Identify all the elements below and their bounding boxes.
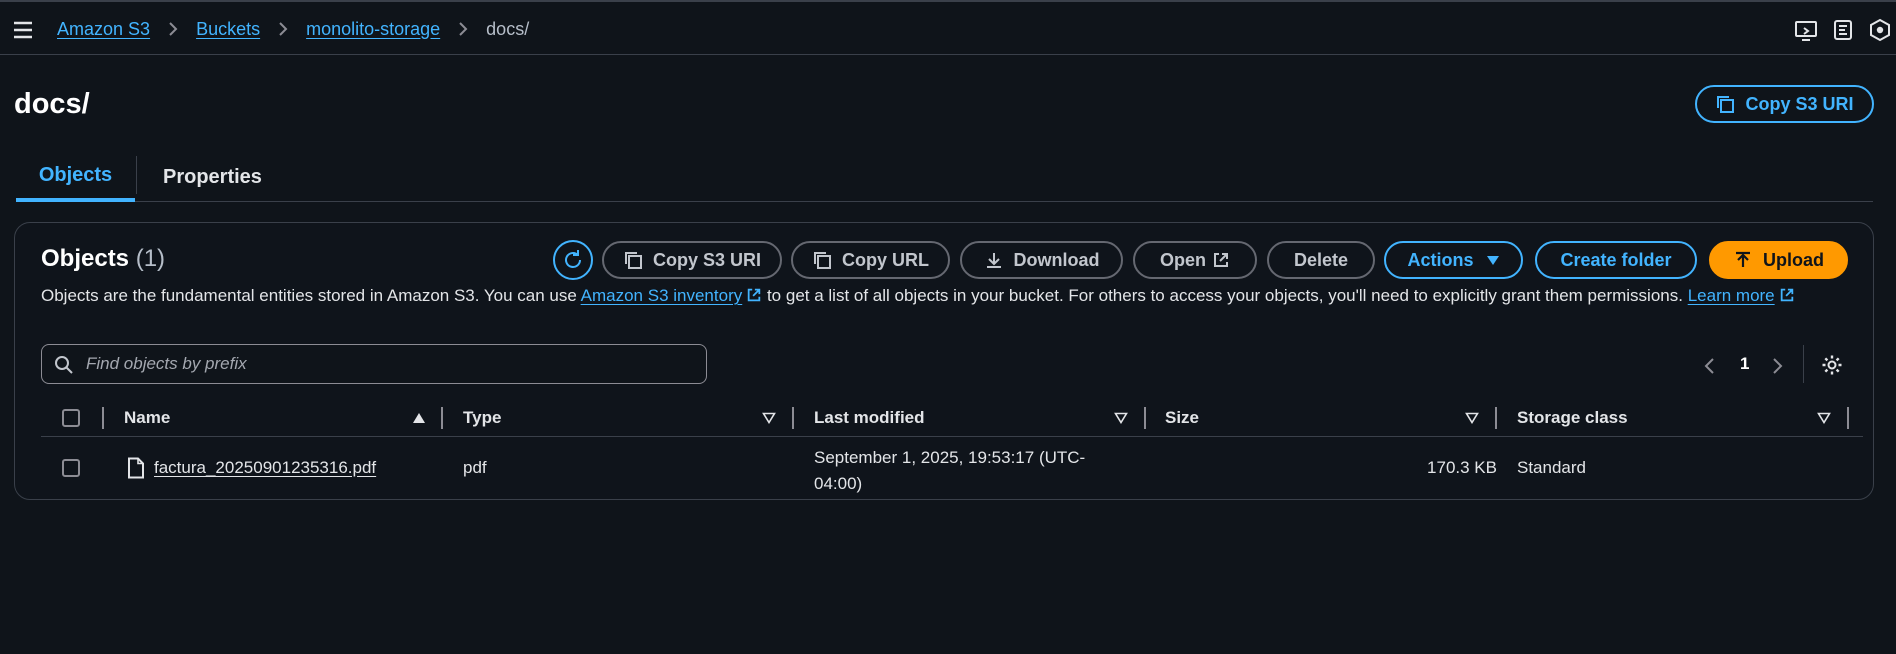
actions-dropdown-button[interactable]: Actions: [1384, 241, 1523, 279]
column-divider: [102, 407, 104, 429]
breadcrumb-link-amazon-s3[interactable]: Amazon S3: [57, 19, 150, 40]
panel-title-text: Objects: [41, 245, 130, 272]
column-header-storage-class[interactable]: Storage class: [1517, 399, 1628, 437]
column-header-name[interactable]: Name: [124, 399, 170, 437]
column-header-size[interactable]: Size: [1165, 399, 1199, 437]
sort-caret-icon[interactable]: [1817, 412, 1831, 424]
pagination-divider: [1803, 345, 1804, 383]
header-copy-s3-uri-button[interactable]: Copy S3 URI: [1695, 85, 1874, 123]
settings-hexagon-icon[interactable]: [1866, 16, 1894, 44]
sort-ascending-icon[interactable]: [412, 412, 426, 424]
hamburger-menu-icon[interactable]: [11, 18, 35, 42]
description-text-1: Objects are the fundamental entities sto…: [41, 286, 581, 305]
column-divider[interactable]: [1495, 407, 1497, 429]
sort-caret-icon[interactable]: [1465, 412, 1479, 424]
column-header-last-modified[interactable]: Last modified: [814, 399, 925, 437]
tab-objects[interactable]: Objects: [16, 152, 135, 202]
upload-icon: [1736, 251, 1750, 267]
header-copy-s3-uri-label: Copy S3 URI: [1745, 93, 1854, 114]
chevron-right-icon: [169, 22, 178, 36]
object-size: 170.3 KB: [1427, 458, 1497, 477]
copy-icon: [624, 252, 642, 269]
breadcrumb-current: docs/: [486, 18, 530, 39]
tab-bar: Objects Properties: [16, 152, 1873, 202]
gear-icon[interactable]: [1821, 354, 1843, 376]
row-select-checkbox[interactable]: [62, 459, 80, 477]
external-link-icon: [1214, 253, 1228, 267]
top-navigation-bar: Amazon S3 Buckets monolito-storage docs/: [0, 0, 1896, 55]
screen-share-icon[interactable]: [1792, 16, 1820, 44]
create-folder-label: Create folder: [1560, 249, 1672, 270]
file-icon: [128, 457, 144, 479]
object-last-modified: September 1, 2025, 19:53:17 (UTC- 04:00): [814, 445, 1085, 497]
s3-inventory-link[interactable]: Amazon S3 inventory: [581, 286, 743, 305]
actions-label: Actions: [1407, 249, 1474, 270]
column-header-type[interactable]: Type: [463, 399, 501, 437]
last-modified-line-1: September 1, 2025, 19:53:17 (UTC-: [814, 448, 1086, 467]
column-divider[interactable]: [1144, 407, 1146, 429]
breadcrumb: Amazon S3 Buckets monolito-storage docs/: [57, 17, 529, 41]
refresh-icon: [565, 250, 581, 268]
copy-icon: [814, 252, 831, 269]
select-all-checkbox[interactable]: [62, 409, 80, 427]
external-link-icon: [1780, 288, 1793, 302]
sort-caret-icon[interactable]: [762, 412, 776, 424]
copy-s3-uri-button[interactable]: Copy S3 URI: [602, 241, 782, 279]
sort-caret-icon[interactable]: [1114, 412, 1128, 424]
tab-properties[interactable]: Properties: [163, 152, 262, 202]
object-name-link[interactable]: factura_20250901235316.pdf: [154, 458, 376, 478]
panel-title: Objects (1): [41, 245, 165, 273]
column-divider[interactable]: [1847, 407, 1849, 429]
search-box: [41, 344, 707, 384]
external-link-icon: [748, 288, 761, 302]
copy-s3-uri-label: Copy S3 URI: [652, 249, 762, 270]
delete-button[interactable]: Delete: [1267, 241, 1375, 279]
current-page-number[interactable]: 1: [1740, 354, 1749, 374]
chevron-right-icon: [459, 22, 468, 36]
copy-icon: [1717, 96, 1735, 113]
refresh-button[interactable]: [553, 240, 593, 280]
chevron-right-icon: [279, 22, 288, 36]
download-button[interactable]: Download: [960, 241, 1123, 279]
page-title: docs/: [14, 88, 90, 120]
object-storage-class: Standard: [1517, 458, 1586, 477]
notes-panel-icon[interactable]: [1829, 16, 1857, 44]
caret-down-icon: [1486, 256, 1499, 265]
description-text-2: to get a list of all objects in your buc…: [762, 286, 1688, 305]
download-icon: [986, 253, 1001, 268]
search-input[interactable]: [86, 345, 696, 383]
last-modified-line-2: 04:00): [814, 474, 863, 493]
object-type: pdf: [463, 458, 487, 477]
object-count: (1): [135, 245, 166, 272]
breadcrumb-link-bucket[interactable]: monolito-storage: [306, 19, 440, 40]
upload-label: Upload: [1763, 249, 1824, 270]
next-page-icon[interactable]: [1772, 357, 1784, 375]
create-folder-button[interactable]: Create folder: [1535, 241, 1697, 279]
objects-panel: Objects (1) Copy S3 URI Copy URL Downloa…: [14, 222, 1874, 500]
copy-url-label: Copy URL: [842, 249, 929, 270]
open-label: Open: [1159, 249, 1206, 270]
table-row: factura_20250901235316.pdf pdf September…: [41, 437, 1863, 497]
breadcrumb-link-buckets[interactable]: Buckets: [196, 19, 260, 40]
tab-divider: [136, 156, 137, 194]
column-divider[interactable]: [441, 407, 443, 429]
download-label: Download: [1013, 249, 1100, 270]
learn-more-link[interactable]: Learn more: [1688, 286, 1775, 305]
previous-page-icon[interactable]: [1703, 357, 1715, 375]
search-icon: [55, 356, 73, 374]
column-divider[interactable]: [792, 407, 794, 429]
panel-description: Objects are the fundamental entities sto…: [41, 283, 1841, 309]
upload-button[interactable]: Upload: [1709, 241, 1848, 279]
table-header: Name Type Last modified Size Storage cla…: [41, 399, 1863, 437]
open-button[interactable]: Open: [1133, 241, 1257, 279]
copy-url-button[interactable]: Copy URL: [791, 241, 950, 279]
delete-label: Delete: [1293, 249, 1349, 270]
